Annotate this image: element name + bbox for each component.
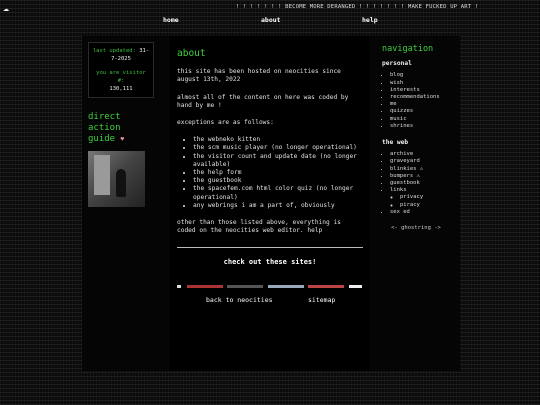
- nav-link-guestbook[interactable]: guestbook: [390, 180, 450, 187]
- site-buttons: [177, 285, 363, 288]
- nav-link-piracy[interactable]: piracy: [400, 202, 450, 209]
- list-item: any webrings i am a part of, obviously: [193, 202, 363, 210]
- site-button[interactable]: [268, 285, 304, 288]
- sites-heading: check out these sites!: [223, 258, 317, 267]
- right-sidebar: navigation personal blog wish interests …: [382, 44, 450, 232]
- nav-link-shrines[interactable]: shrines: [390, 123, 450, 130]
- nav-link-graveyard[interactable]: graveyard: [390, 158, 450, 165]
- direct-action-link[interactable]: direct action guide ♥: [88, 112, 154, 145]
- nav-about[interactable]: about: [261, 16, 281, 24]
- exceptions-list: the webneko kitten the scm music player …: [177, 136, 363, 210]
- heart-icon: ♥: [120, 136, 125, 143]
- nav-link-wish[interactable]: wish: [390, 80, 450, 87]
- nav-link-quizzes[interactable]: quizzes: [390, 108, 450, 115]
- sitemap-link[interactable]: sitemap: [308, 296, 335, 304]
- nav-link-blog[interactable]: blog: [390, 72, 450, 79]
- list-item: the visitor count and update date (no lo…: [193, 153, 363, 169]
- main-content: about this site has been hosted on neoci…: [170, 36, 370, 371]
- web-links: archive graveyard blinkies ⚠ bumpers ⚠ g…: [382, 151, 450, 216]
- marquee-text: ! ! ! ! ! ! ! BECOME MORE DERANGED ! ! !…: [236, 4, 479, 10]
- site-button[interactable]: [177, 285, 181, 288]
- site-button[interactable]: [227, 285, 263, 288]
- site-button[interactable]: [308, 285, 344, 288]
- nav-link-privacy[interactable]: privacy: [400, 194, 450, 201]
- personal-links: blog wish interests recommendations me q…: [382, 72, 450, 130]
- nav-help[interactable]: help: [362, 16, 378, 24]
- list-item: the scm music player (no longer operatio…: [193, 144, 363, 152]
- back-to-neocities-link[interactable]: back to neocities: [206, 296, 273, 304]
- site-button[interactable]: [349, 285, 362, 288]
- nav-link-sex-ed[interactable]: sex ed: [390, 209, 450, 216]
- nav-link-links[interactable]: links privacy piracy: [390, 187, 450, 209]
- left-sidebar: last updated: 31-7-2025 you are visitor …: [88, 42, 154, 207]
- stats-box: last updated: 31-7-2025 you are visitor …: [88, 42, 154, 98]
- nav-link-links-label: links: [390, 187, 407, 194]
- page-title: about: [177, 48, 206, 59]
- navigation-heading: navigation: [382, 44, 434, 54]
- webneko-image: [88, 151, 145, 207]
- hand-coded-text: almost all of the content on here was co…: [177, 93, 349, 109]
- nav-link-music[interactable]: music: [390, 116, 450, 123]
- divider: [177, 247, 363, 249]
- direct-action-title: direct action: [88, 112, 121, 133]
- hosting-text: this site has been hosted on neocities s…: [177, 68, 341, 84]
- web-heading: the web: [382, 139, 409, 147]
- exceptions-intro: exceptions are as follows:: [177, 119, 274, 127]
- cloud-icon: ☁: [3, 3, 10, 14]
- nav-link-bumpers[interactable]: bumpers ⚠: [390, 173, 450, 180]
- site-button[interactable]: [187, 285, 223, 288]
- nav-link-recommendations[interactable]: recommendations: [390, 94, 450, 101]
- nav-home[interactable]: home: [163, 16, 179, 24]
- top-nav: home about help: [0, 16, 540, 28]
- list-item: the help form: [193, 169, 363, 177]
- nav-link-me[interactable]: me: [390, 101, 450, 108]
- updated-label: last updated:: [92, 48, 136, 54]
- direct-action-title-2: guide: [88, 134, 116, 144]
- personal-heading: personal: [382, 60, 412, 68]
- list-item: the spacefem.com html color quiz (no lon…: [193, 185, 363, 201]
- nav-link-interests[interactable]: interests: [390, 87, 450, 94]
- visitor-label: you are visitor #:: [96, 70, 146, 84]
- list-item: the webneko kitten: [193, 136, 363, 144]
- ghostring-webring[interactable]: <- ghostring ->: [382, 225, 450, 232]
- list-item: the guestbook: [193, 177, 363, 185]
- visitor-count: 130,111: [109, 86, 133, 92]
- editor-text: other than those listed above, everythin…: [177, 219, 341, 235]
- nav-link-blinkies[interactable]: blinkies ⚠: [390, 166, 450, 173]
- nav-link-archive[interactable]: archive: [390, 151, 450, 158]
- links-sublist: privacy piracy: [390, 194, 450, 208]
